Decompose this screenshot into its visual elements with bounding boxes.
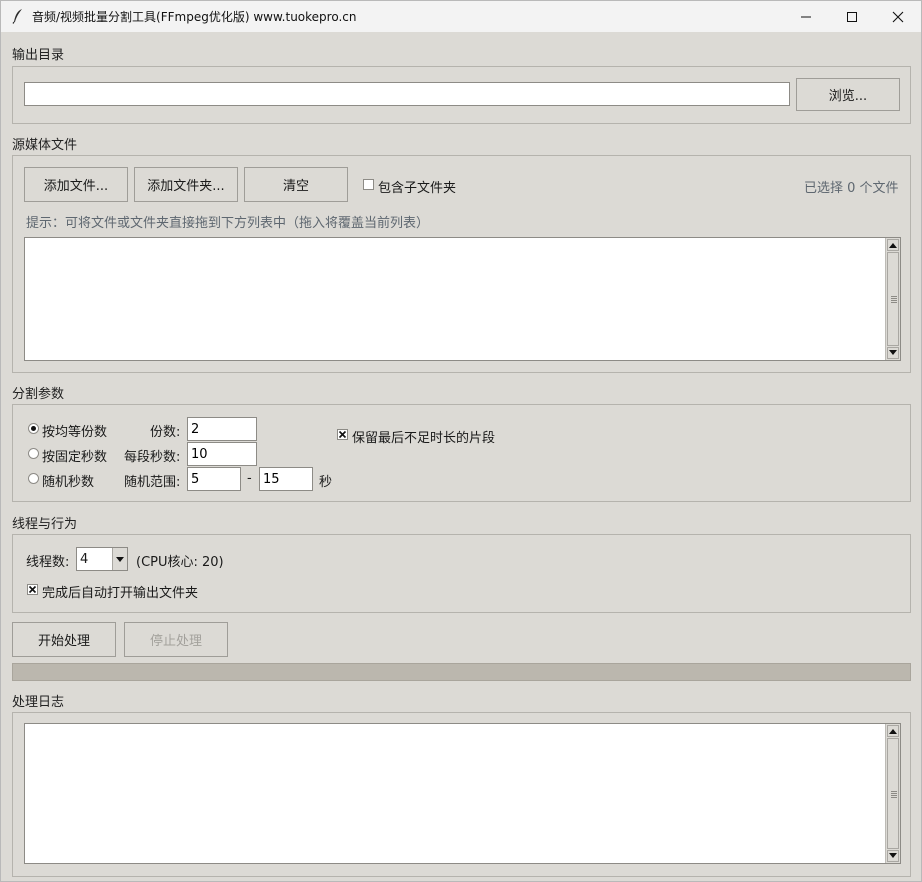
threads-label: 线程数: <box>26 555 70 570</box>
include-subfolders-checkbox[interactable] <box>363 179 374 190</box>
source-section-label: 源媒体文件 <box>12 138 78 153</box>
arrow-down-icon <box>889 350 897 355</box>
parts-input[interactable] <box>187 417 257 441</box>
browse-button[interactable]: 浏览... <box>796 78 900 111</box>
mode-random-label: 随机秒数 <box>42 475 95 490</box>
app-window: 音频/视频批量分割工具(FFmpeg优化版) www.tuokepro.cn 输… <box>0 0 922 882</box>
feather-icon <box>12 9 22 24</box>
minimize-button[interactable] <box>783 1 829 32</box>
output-section-label: 输出目录 <box>12 48 65 63</box>
cpu-info-text: (CPU核心: 20) <box>136 555 224 570</box>
add-files-button[interactable]: 添加文件... <box>24 167 128 202</box>
scroll-down-button[interactable] <box>887 347 899 359</box>
mode-fixed-radio[interactable] <box>28 448 39 459</box>
mode-fixed-label: 按固定秒数 <box>42 450 108 465</box>
threads-select-value: 4 <box>80 552 89 567</box>
close-button[interactable] <box>875 1 921 32</box>
window-title: 音频/视频批量分割工具(FFmpeg优化版) www.tuokepro.cn <box>32 10 357 24</box>
arrow-up-icon <box>889 243 897 248</box>
file-list[interactable] <box>24 237 901 361</box>
stop-button-label: 停止处理 <box>149 634 202 649</box>
progress-bar <box>12 663 911 681</box>
maximize-button[interactable] <box>829 1 875 32</box>
selected-count-text: 已选择 0 个文件 <box>804 181 899 196</box>
keep-last-checkbox[interactable] <box>337 429 348 440</box>
random-min-input[interactable] <box>187 467 241 491</box>
file-list-scrollbar[interactable] <box>885 238 900 360</box>
log-scroll-up-button[interactable] <box>887 725 899 737</box>
checkmark-icon <box>338 430 347 439</box>
random-range-label: 随机范围: <box>124 475 181 490</box>
start-button[interactable]: 开始处理 <box>12 622 116 657</box>
log-textarea[interactable] <box>24 723 901 864</box>
drop-hint-text: 提示：可将文件或文件夹直接拖到下方列表中（拖入将覆盖当前列表） <box>26 216 430 231</box>
keep-last-label: 保留最后不足时长的片段 <box>352 431 496 446</box>
add-folder-button[interactable]: 添加文件夹... <box>134 167 238 202</box>
start-button-label: 开始处理 <box>37 634 90 649</box>
checkmark-icon <box>28 585 37 594</box>
scroll-up-button[interactable] <box>887 239 899 251</box>
stop-button[interactable]: 停止处理 <box>124 622 228 657</box>
clear-button[interactable]: 清空 <box>244 167 348 202</box>
auto-open-checkbox[interactable] <box>27 584 38 595</box>
threads-select-arrow[interactable] <box>112 548 127 570</box>
chevron-down-icon <box>116 556 124 562</box>
arrow-down-icon <box>889 853 897 858</box>
mode-random-radio[interactable] <box>28 473 39 484</box>
log-scroll-down-button[interactable] <box>887 850 899 862</box>
include-subfolders-label: 包含子文件夹 <box>378 181 457 196</box>
log-scrollbar[interactable] <box>885 724 900 863</box>
arrow-up-icon <box>889 729 897 734</box>
add-files-button-label: 添加文件... <box>43 179 109 194</box>
random-range-separator: - <box>247 471 252 486</box>
output-path-input[interactable] <box>24 82 790 106</box>
parts-label: 份数: <box>150 425 181 440</box>
log-scroll-thumb[interactable] <box>887 738 899 849</box>
scroll-thumb[interactable] <box>887 252 899 346</box>
clear-button-label: 清空 <box>282 179 309 194</box>
split-section-label: 分割参数 <box>12 387 65 402</box>
minimize-icon <box>801 16 811 17</box>
threads-section-label: 线程与行为 <box>12 517 78 532</box>
mode-equal-label: 按均等份数 <box>42 425 108 440</box>
auto-open-label: 完成后自动打开输出文件夹 <box>42 586 199 601</box>
seconds-label: 每段秒数: <box>124 450 181 465</box>
mode-equal-radio[interactable] <box>28 423 39 434</box>
add-folder-button-label: 添加文件夹... <box>147 179 225 194</box>
threads-select[interactable]: 4 <box>76 547 128 571</box>
log-section-label: 处理日志 <box>12 695 65 710</box>
title-bar[interactable]: 音频/视频批量分割工具(FFmpeg优化版) www.tuokepro.cn <box>1 1 921 32</box>
browse-button-label: 浏览... <box>828 89 868 104</box>
seconds-input[interactable] <box>187 442 257 466</box>
random-max-input[interactable] <box>259 467 313 491</box>
random-unit-label: 秒 <box>319 475 333 490</box>
close-icon <box>892 11 904 22</box>
maximize-icon <box>847 11 857 22</box>
threads-group <box>12 534 911 613</box>
